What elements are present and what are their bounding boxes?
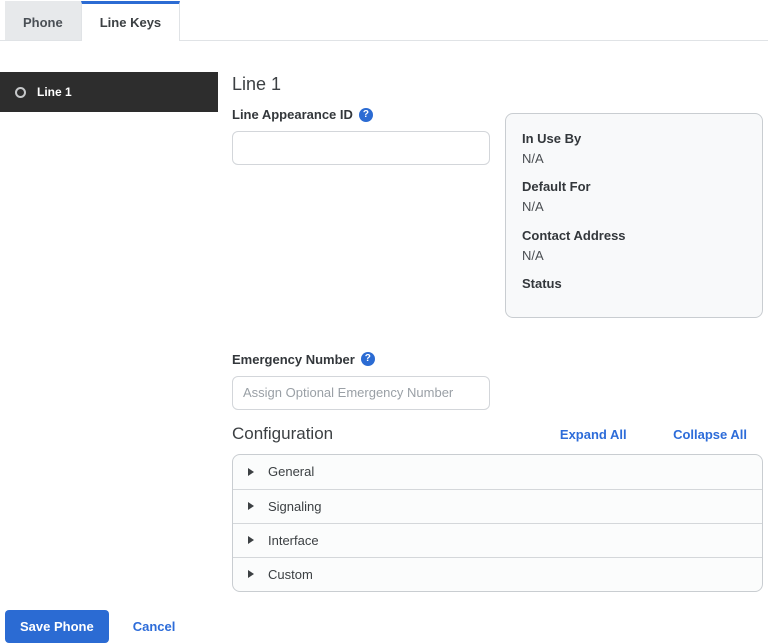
accordion-section-custom[interactable]: Custom xyxy=(233,556,762,591)
configuration-accordion: General Signaling Interface Custom xyxy=(232,453,763,592)
caret-right-icon xyxy=(248,570,254,579)
accordion-section-general[interactable]: General xyxy=(233,455,762,489)
emergency-number-input[interactable] xyxy=(232,375,490,410)
accordion-section-signaling[interactable]: Signaling xyxy=(233,488,762,523)
help-icon[interactable]: ? xyxy=(360,352,375,367)
accordion-section-interface[interactable]: Interface xyxy=(233,522,762,557)
line-status-panel: In Use By N/A Default For N/A Contact Ad… xyxy=(505,113,763,318)
expand-all-link[interactable]: Expand All xyxy=(560,427,627,442)
sidebar-item-label: Line 1 xyxy=(37,85,72,99)
radio-circle-icon xyxy=(15,86,26,98)
caret-right-icon xyxy=(248,467,254,476)
caret-right-icon xyxy=(248,536,254,545)
line-detail-panel: Line 1 Line Appearance ID ? In Use By N/… xyxy=(232,72,768,592)
emergency-number-label: Emergency Number ? xyxy=(232,352,763,367)
configuration-header: Configuration Expand All Collapse All xyxy=(232,424,763,444)
info-label: Status xyxy=(522,275,562,291)
configuration-links: Expand All Collapse All xyxy=(560,426,763,444)
collapse-all-link[interactable]: Collapse All xyxy=(673,427,747,442)
info-value: N/A xyxy=(522,199,544,215)
info-field: Default For N/A xyxy=(522,177,746,217)
line-appearance-label: Line Appearance ID ? xyxy=(232,107,490,122)
sidebar-item-line-1[interactable]: Line 1 xyxy=(0,72,218,112)
accordion-section-label: Signaling xyxy=(268,498,322,514)
emergency-number-field-group: Emergency Number ? xyxy=(232,352,763,410)
tab-line-keys[interactable]: Line Keys xyxy=(80,1,181,41)
info-value: N/A xyxy=(522,247,544,263)
tab-bar: Phone Line Keys xyxy=(0,0,768,41)
line-appearance-row: Line Appearance ID ? In Use By N/A Defau… xyxy=(232,107,763,318)
page-title: Line 1 xyxy=(232,74,282,94)
info-field: Contact Address N/A xyxy=(522,226,746,266)
tab-phone[interactable]: Phone xyxy=(5,1,81,40)
configuration-title: Configuration xyxy=(232,423,334,443)
info-value: N/A xyxy=(522,151,544,167)
content-area: Line 1 Line 1 Line Appearance ID ? In Us… xyxy=(0,72,768,592)
info-label: Contact Address xyxy=(522,227,626,243)
info-label: In Use By xyxy=(522,131,582,146)
line-appearance-field-group: Line Appearance ID ? xyxy=(232,107,490,165)
accordion-section-label: Interface xyxy=(268,532,319,548)
footer-actions: Save Phone Cancel xyxy=(0,609,768,643)
save-phone-button[interactable]: Save Phone xyxy=(5,609,109,643)
caret-right-icon xyxy=(248,502,254,511)
line-appearance-input[interactable] xyxy=(232,131,490,165)
info-field: In Use By N/A xyxy=(522,129,746,169)
line-keys-sidebar: Line 1 xyxy=(0,72,218,592)
info-field: Status xyxy=(522,274,746,294)
info-label: Default For xyxy=(522,179,591,195)
line-appearance-label-text: Line Appearance ID xyxy=(232,107,353,122)
accordion-section-label: General xyxy=(268,464,315,480)
cancel-link[interactable]: Cancel xyxy=(133,619,176,634)
help-icon[interactable]: ? xyxy=(358,107,373,122)
emergency-number-label-text: Emergency Number xyxy=(232,351,355,367)
accordion-section-label: Custom xyxy=(268,566,313,582)
